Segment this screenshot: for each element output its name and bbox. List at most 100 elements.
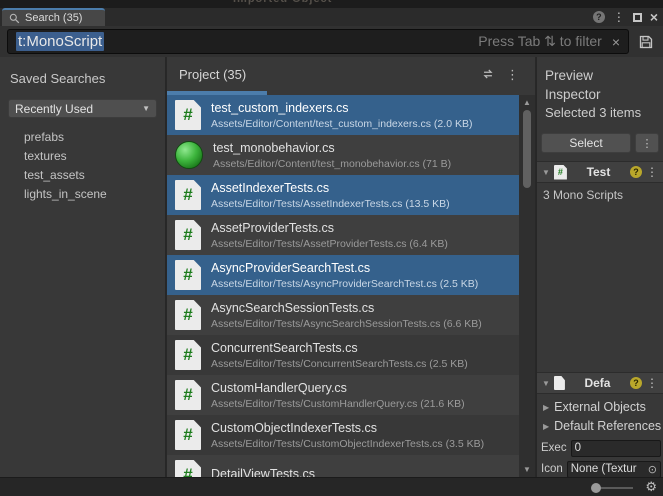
titlebar: Search (35) ? ⋮ ×: [0, 8, 663, 26]
saved-search-item[interactable]: prefabs: [0, 127, 165, 146]
maximize-icon[interactable]: [633, 13, 642, 22]
window-menu-icon[interactable]: ⋮: [613, 11, 625, 23]
cs-script-icon: #: [175, 260, 201, 290]
cs-script-icon: #: [175, 220, 201, 250]
file-name: AssetProviderTests.cs: [211, 221, 448, 235]
search-query-text: t:MonoScript: [16, 32, 104, 51]
project-header: Project (35) ⋮: [167, 57, 535, 95]
component-name: Test: [571, 165, 626, 179]
file-name: AsyncSearchSessionTests.cs: [211, 301, 482, 315]
help-icon[interactable]: ?: [630, 377, 642, 389]
object-picker-icon[interactable]: ⊙: [648, 463, 657, 476]
icon-field-label: Icon: [541, 463, 563, 475]
component-menu-icon[interactable]: ⋮: [646, 377, 658, 389]
cs-script-icon: #: [175, 380, 201, 410]
saved-search-item[interactable]: test_assets: [0, 165, 165, 184]
file-name: DetailViewTests.cs: [211, 467, 315, 478]
cs-script-icon: #: [554, 165, 567, 180]
close-icon[interactable]: ×: [650, 10, 658, 24]
component-menu-icon[interactable]: ⋮: [646, 166, 658, 178]
foldout-open-icon[interactable]: ▼: [542, 168, 550, 177]
saved-searches-title: Saved Searches: [10, 71, 165, 86]
foldout-closed-icon: ▶: [543, 403, 549, 412]
help-icon[interactable]: ?: [630, 166, 642, 178]
tab-search[interactable]: Search (35): [2, 8, 105, 26]
list-item[interactable]: # AsyncSearchSessionTests.cs Assets/Edit…: [167, 295, 519, 335]
icon-object-field[interactable]: None (Textur ⊙: [567, 461, 661, 478]
saved-searches-panel: Saved Searches Recently Used ▼ prefabste…: [0, 57, 166, 477]
scroll-up-icon[interactable]: ▲: [519, 98, 535, 107]
file-name: CustomObjectIndexerTests.cs: [211, 421, 484, 435]
cs-script-icon: #: [175, 420, 201, 450]
file-path: Assets/Editor/Tests/AsyncProviderSearchT…: [211, 278, 478, 290]
file-name: test_monobehavior.cs: [213, 141, 451, 155]
component-header-test[interactable]: ▼ # Test ? ⋮: [537, 161, 663, 183]
saved-search-item[interactable]: lights_in_scene: [0, 184, 165, 203]
document-icon: [554, 376, 565, 390]
exec-field-label: Exec: [541, 442, 567, 454]
chevron-down-icon: ▼: [142, 104, 150, 113]
status-bar: ⚙: [0, 477, 663, 496]
file-path: Assets/Editor/Tests/AssetProviderTests.c…: [211, 238, 448, 250]
scrollbar[interactable]: ▲ ▼: [519, 95, 535, 477]
saved-searches-sort-dropdown[interactable]: Recently Used ▼: [8, 99, 157, 118]
list-item[interactable]: # CustomObjectIndexerTests.cs Assets/Edi…: [167, 415, 519, 455]
item-size-slider[interactable]: [593, 487, 633, 489]
file-name: test_custom_indexers.cs: [211, 101, 472, 115]
cs-script-icon: #: [175, 340, 201, 370]
file-name: AssetIndexerTests.cs: [211, 181, 450, 195]
slider-handle[interactable]: [591, 483, 601, 493]
file-path: Assets/Editor/Tests/ConcurrentSearchTest…: [211, 358, 468, 370]
save-search-button[interactable]: [634, 30, 658, 54]
foldout-label: External Objects: [554, 400, 646, 414]
clear-search-icon[interactable]: ×: [612, 34, 620, 50]
list-item[interactable]: # DetailViewTests.cs: [167, 455, 519, 477]
foldout-label: Default References: [554, 419, 661, 433]
tab-search-label: Search (35): [25, 12, 82, 24]
foldout-default-references[interactable]: ▶ Default References: [537, 417, 663, 435]
background-window-text: Imported Object: [233, 0, 332, 5]
refresh-icon[interactable]: [481, 68, 495, 80]
preview-inspector-panel: Preview Inspector Selected 3 items Selec…: [536, 57, 663, 477]
exec-field-input[interactable]: 0: [571, 440, 661, 457]
list-item[interactable]: # AsyncProviderSearchTest.cs Assets/Edit…: [167, 255, 519, 295]
search-hint: Press Tab ⇅ to filter: [478, 33, 602, 50]
foldout-closed-icon: ▶: [543, 422, 549, 431]
file-path: Assets/Editor/Content/test_monobehavior.…: [213, 158, 451, 170]
cs-script-icon: #: [175, 300, 201, 330]
list-item[interactable]: # AssetIndexerTests.cs Assets/Editor/Tes…: [167, 175, 519, 215]
scrollbar-thumb[interactable]: [523, 110, 531, 188]
search-row: t:MonoScript Press Tab ⇅ to filter ×: [0, 26, 663, 57]
saved-search-list: prefabstexturestest_assetslights_in_scen…: [0, 127, 165, 203]
cs-script-icon: #: [175, 460, 201, 477]
select-menu-icon[interactable]: ⋮: [635, 133, 659, 153]
save-icon: [638, 34, 654, 50]
search-icon: [9, 13, 20, 24]
select-button[interactable]: Select: [541, 133, 631, 153]
cs-script-icon: #: [175, 100, 201, 130]
help-icon[interactable]: ?: [593, 11, 605, 23]
foldout-open-icon[interactable]: ▼: [542, 379, 550, 388]
dropdown-value: Recently Used: [9, 102, 93, 116]
component-header-default[interactable]: ▼ Defa ? ⋮: [537, 372, 663, 394]
project-menu-icon[interactable]: ⋮: [506, 67, 519, 83]
inspector-title: Preview Inspector: [545, 67, 631, 105]
list-item[interactable]: # AssetProviderTests.cs Assets/Editor/Te…: [167, 215, 519, 255]
list-item[interactable]: # CustomHandlerQuery.cs Assets/Editor/Te…: [167, 375, 519, 415]
file-path: Assets/Editor/Tests/CustomObjectIndexerT…: [211, 438, 484, 450]
file-path: Assets/Editor/Tests/CustomHandlerQuery.c…: [211, 398, 465, 410]
search-input[interactable]: t:MonoScript Press Tab ⇅ to filter ×: [7, 29, 629, 54]
list-item[interactable]: # ConcurrentSearchTests.cs Assets/Editor…: [167, 335, 519, 375]
file-name: ConcurrentSearchTests.cs: [211, 341, 468, 355]
gear-icon[interactable]: ⚙: [645, 479, 657, 495]
file-path: Assets/Editor/Tests/AsyncSearchSessionTe…: [211, 318, 482, 330]
file-name: CustomHandlerQuery.cs: [211, 381, 465, 395]
file-path: Assets/Editor/Content/test_custom_indexe…: [211, 118, 472, 130]
foldout-external-objects[interactable]: ▶ External Objects: [537, 398, 663, 416]
list-item[interactable]: # test_custom_indexers.cs Assets/Editor/…: [167, 95, 519, 135]
project-tab-label[interactable]: Project (35): [179, 67, 246, 82]
saved-search-item[interactable]: textures: [0, 146, 165, 165]
scroll-down-icon[interactable]: ▼: [519, 465, 535, 474]
component-body-text: 3 Mono Scripts: [543, 188, 623, 202]
list-item[interactable]: # test_monobehavior.cs Assets/Editor/Con…: [167, 135, 519, 175]
